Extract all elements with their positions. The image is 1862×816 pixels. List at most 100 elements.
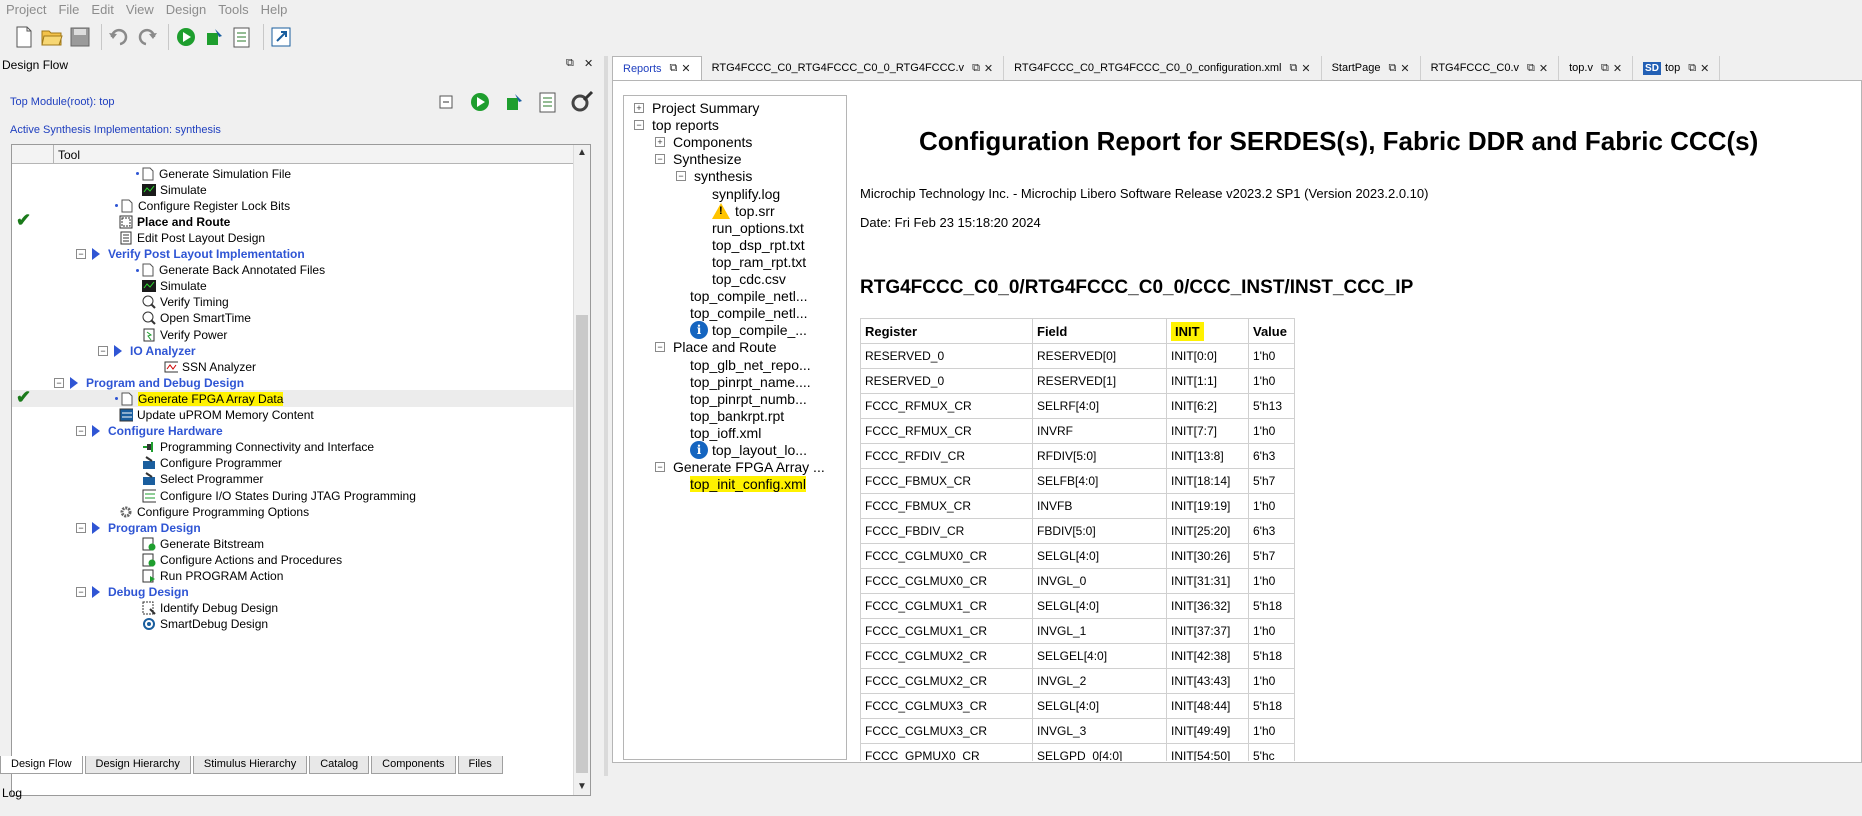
expand-toggle-icon[interactable]: + xyxy=(634,103,644,113)
tree-row[interactable]: − Verify Post Layout Implementation xyxy=(12,246,575,263)
close-tab-icon[interactable]: ✕ xyxy=(1613,62,1622,75)
collapse-all-button[interactable] xyxy=(434,90,458,114)
tree-row[interactable]: Select Programmer xyxy=(12,471,575,488)
tree-row[interactable]: ✔ Place and Route xyxy=(12,210,575,230)
expand-toggle-icon[interactable]: − xyxy=(76,426,86,437)
float-tab-icon[interactable]: ⧉ xyxy=(972,62,980,75)
tree-row[interactable]: − IO Analyzer xyxy=(12,342,575,359)
redo-button[interactable] xyxy=(135,24,159,50)
tree-row[interactable]: Edit Post Layout Design xyxy=(12,229,575,246)
panel-splitter[interactable] xyxy=(604,56,608,776)
tree-row[interactable]: Update uPROM Memory Content xyxy=(12,407,575,424)
tree-row[interactable]: − Program Design xyxy=(12,519,575,536)
close-tab-icon[interactable]: ✕ xyxy=(984,62,993,75)
scroll-down-icon[interactable]: ▼ xyxy=(577,781,587,792)
flow-options-button[interactable] xyxy=(570,90,594,114)
tab-stimulus-hierarchy[interactable]: Stimulus Hierarchy xyxy=(192,756,308,774)
scroll-up-icon[interactable]: ▲ xyxy=(577,147,587,158)
menu-file[interactable]: File xyxy=(58,2,79,17)
tree-row[interactable]: ✔ Generate FPGA Array Data xyxy=(12,387,575,408)
float-tab-icon[interactable]: ⧉ xyxy=(1688,62,1696,75)
tree-row[interactable]: Configure Programmer xyxy=(12,455,575,472)
expand-toggle-icon[interactable]: − xyxy=(655,342,665,353)
expand-toggle-icon[interactable]: − xyxy=(655,462,665,473)
menu-edit[interactable]: Edit xyxy=(91,2,113,17)
menu-view[interactable]: View xyxy=(126,2,154,17)
expand-toggle-icon[interactable]: − xyxy=(634,120,644,131)
tab-catalog[interactable]: Catalog xyxy=(309,756,370,774)
expand-toggle-icon[interactable]: − xyxy=(98,345,108,356)
close-tab-icon[interactable]: ✕ xyxy=(1539,62,1548,75)
tree-row[interactable]: Verify Timing xyxy=(12,294,575,311)
expand-toggle-icon[interactable]: − xyxy=(76,522,86,533)
doc-tab[interactable]: RTG4FCCC_C0_RTG4FCCC_C0_0_RTG4FCCC.v ⧉ ✕ xyxy=(702,56,1005,80)
open-button[interactable] xyxy=(40,24,64,50)
tree-row[interactable]: − Program and Debug Design xyxy=(12,374,575,391)
tab-design-flow[interactable]: Design Flow xyxy=(0,756,83,774)
float-panel-icon[interactable]: ⧉ xyxy=(566,57,574,70)
expand-toggle-icon[interactable]: − xyxy=(54,377,64,388)
tab-components[interactable]: Components xyxy=(371,756,456,774)
close-tab-icon[interactable]: ✕ xyxy=(1700,62,1709,75)
expand-toggle-icon[interactable]: − xyxy=(76,249,86,259)
expand-toggle-icon[interactable]: − xyxy=(655,154,665,165)
scrollbar-thumb[interactable] xyxy=(576,315,588,773)
float-tab-icon[interactable]: ⧉ xyxy=(1601,62,1609,75)
tree-row[interactable]: − Debug Design xyxy=(12,584,575,601)
doc-tab[interactable]: RTG4FCCC_C0.v ⧉ ✕ xyxy=(1421,56,1560,80)
run-flow-button[interactable] xyxy=(468,90,492,114)
run-tool-button[interactable] xyxy=(202,24,226,50)
new-file-button[interactable] xyxy=(12,24,36,50)
run-selected-button[interactable] xyxy=(502,90,526,114)
float-tab-icon[interactable]: ⧉ xyxy=(1527,62,1535,75)
tree-row[interactable]: − Configure Hardware xyxy=(12,423,575,440)
tree-row[interactable]: Generate Simulation File xyxy=(12,165,575,182)
tree-row[interactable]: SSN Analyzer xyxy=(12,358,575,375)
maximize-view-button[interactable] xyxy=(269,24,293,50)
doc-tab[interactable]: top.v ⧉ ✕ xyxy=(1559,56,1634,80)
close-tab-icon[interactable]: ✕ xyxy=(1301,62,1310,75)
close-tab-icon[interactable]: ✕ xyxy=(1400,62,1409,75)
save-button[interactable] xyxy=(68,24,92,50)
tree-row[interactable]: Identify Debug Design xyxy=(12,600,575,617)
run-button[interactable] xyxy=(174,24,198,50)
close-tab-icon[interactable]: ✕ xyxy=(681,62,690,75)
tree-row[interactable]: Verify Power xyxy=(12,326,575,343)
tree-row[interactable]: Configure I/O States During JTAG Program… xyxy=(12,487,575,504)
menu-tools[interactable]: Tools xyxy=(218,2,248,17)
tab-design-hierarchy[interactable]: Design Hierarchy xyxy=(84,756,191,774)
doc-tab[interactable]: SD top ⧉ ✕ xyxy=(1633,56,1721,80)
tree-row[interactable]: Open SmartTime xyxy=(12,310,575,327)
top-module-label[interactable]: Top Module(root): top xyxy=(10,96,115,108)
tree-row[interactable]: Programming Connectivity and Interface xyxy=(12,439,575,456)
expand-toggle-icon[interactable]: − xyxy=(76,587,86,598)
doc-tab[interactable]: Reports ⧉ ✕ xyxy=(612,56,702,80)
active-synthesis-label[interactable]: Active Synthesis Implementation: synthes… xyxy=(10,124,221,136)
expand-toggle-icon[interactable]: − xyxy=(676,171,686,182)
tree-row[interactable]: SmartDebug Design xyxy=(12,616,575,633)
tree-row[interactable]: Run PROGRAM Action xyxy=(12,568,575,585)
tree-row[interactable]: Generate Bitstream xyxy=(12,535,575,552)
tree-row[interactable]: Simulate xyxy=(12,278,575,295)
close-panel-icon[interactable]: ✕ xyxy=(584,57,593,70)
report-tree-item[interactable]: top_init_config.xml xyxy=(690,474,806,494)
tree-row[interactable]: Configure Actions and Procedures xyxy=(12,551,575,568)
float-tab-icon[interactable]: ⧉ xyxy=(1389,62,1397,75)
doc-tab[interactable]: RTG4FCCC_C0_RTG4FCCC_C0_0_configuration.… xyxy=(1004,56,1322,80)
menu-design[interactable]: Design xyxy=(166,2,206,17)
tree-row[interactable]: Simulate xyxy=(12,181,575,198)
menu-help[interactable]: Help xyxy=(261,2,288,17)
flow-report-button[interactable] xyxy=(536,90,560,114)
expand-toggle-icon[interactable]: + xyxy=(655,137,665,148)
report-button[interactable] xyxy=(230,24,254,50)
menu-project[interactable]: Project xyxy=(6,2,46,17)
tree-row[interactable]: Configure Programming Options xyxy=(12,503,575,520)
float-tab-icon[interactable]: ⧉ xyxy=(1290,62,1298,75)
float-tab-icon[interactable]: ⧉ xyxy=(670,62,678,75)
vertical-scrollbar[interactable]: ▲ ▼ xyxy=(573,145,590,795)
undo-button[interactable] xyxy=(107,24,131,50)
tab-files[interactable]: Files xyxy=(457,756,503,774)
doc-tab[interactable]: StartPage ⧉ ✕ xyxy=(1322,56,1421,80)
tree-row[interactable]: Generate Back Annotated Files xyxy=(12,262,575,279)
tree-row[interactable]: Configure Register Lock Bits xyxy=(12,197,575,214)
